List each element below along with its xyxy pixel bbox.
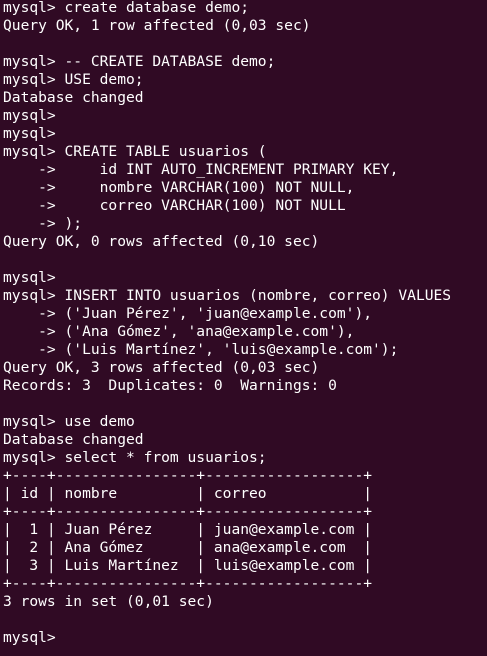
table-row: | 3 | Luis Martínez | luis@example.com | bbox=[3, 557, 373, 574]
terminal-line: Database changed bbox=[3, 431, 144, 448]
terminal-line: Query OK, 3 rows affected (0,03 sec) bbox=[3, 359, 320, 376]
table-row: | 2 | Ana Gómez | ana@example.com | bbox=[3, 539, 373, 556]
terminal-line: mysql> use demo bbox=[3, 413, 135, 430]
terminal-line: mysql> CREATE TABLE usuarios ( bbox=[3, 143, 267, 160]
terminal-line: mysql> create database demo; bbox=[3, 0, 250, 16]
terminal-line: Records: 3 Duplicates: 0 Warnings: 0 bbox=[3, 377, 337, 394]
terminal-line: -> nombre VARCHAR(100) NOT NULL, bbox=[3, 179, 355, 196]
terminal-line: mysql> -- CREATE DATABASE demo; bbox=[3, 53, 276, 70]
table-border-line: +----+----------------+-----------------… bbox=[3, 503, 373, 520]
command-prompt[interactable]: mysql> bbox=[3, 629, 487, 647]
table-border-line: +----+----------------+-----------------… bbox=[3, 575, 373, 592]
terminal-line: Query OK, 1 row affected (0,03 sec) bbox=[3, 17, 311, 34]
terminal-line: -> ); bbox=[3, 215, 83, 232]
terminal-line: -> correo VARCHAR(100) NOT NULL bbox=[3, 197, 346, 214]
terminal-line: mysql> INSERT INTO usuarios (nombre, cor… bbox=[3, 287, 452, 304]
terminal-line: mysql> bbox=[3, 269, 56, 286]
terminal-window[interactable]: mysql> create database demo; Query OK, 1… bbox=[3, 0, 487, 656]
terminal-line: mysql> bbox=[3, 125, 56, 142]
terminal-line: mysql> USE demo; bbox=[3, 71, 144, 88]
table-header-row: | id | nombre | correo | bbox=[3, 485, 373, 502]
terminal-line: Database changed bbox=[3, 89, 144, 106]
terminal-line: mysql> select * from usuarios; bbox=[3, 449, 267, 466]
terminal-line: -> ('Juan Pérez', 'juan@example.com'), bbox=[3, 305, 373, 322]
terminal-line: Query OK, 0 rows affected (0,10 sec) bbox=[3, 233, 320, 250]
terminal-line: -> ('Luis Martínez', 'luis@example.com')… bbox=[3, 341, 399, 358]
terminal-line: mysql> bbox=[3, 107, 56, 124]
terminal-line: 3 rows in set (0,01 sec) bbox=[3, 593, 214, 610]
terminal-line: -> id INT AUTO_INCREMENT PRIMARY KEY, bbox=[3, 161, 399, 178]
table-border-line: +----+----------------+-----------------… bbox=[3, 467, 373, 484]
terminal-line: -> ('Ana Gómez', 'ana@example.com'), bbox=[3, 323, 355, 340]
table-row: | 1 | Juan Pérez | juan@example.com | bbox=[3, 521, 373, 538]
